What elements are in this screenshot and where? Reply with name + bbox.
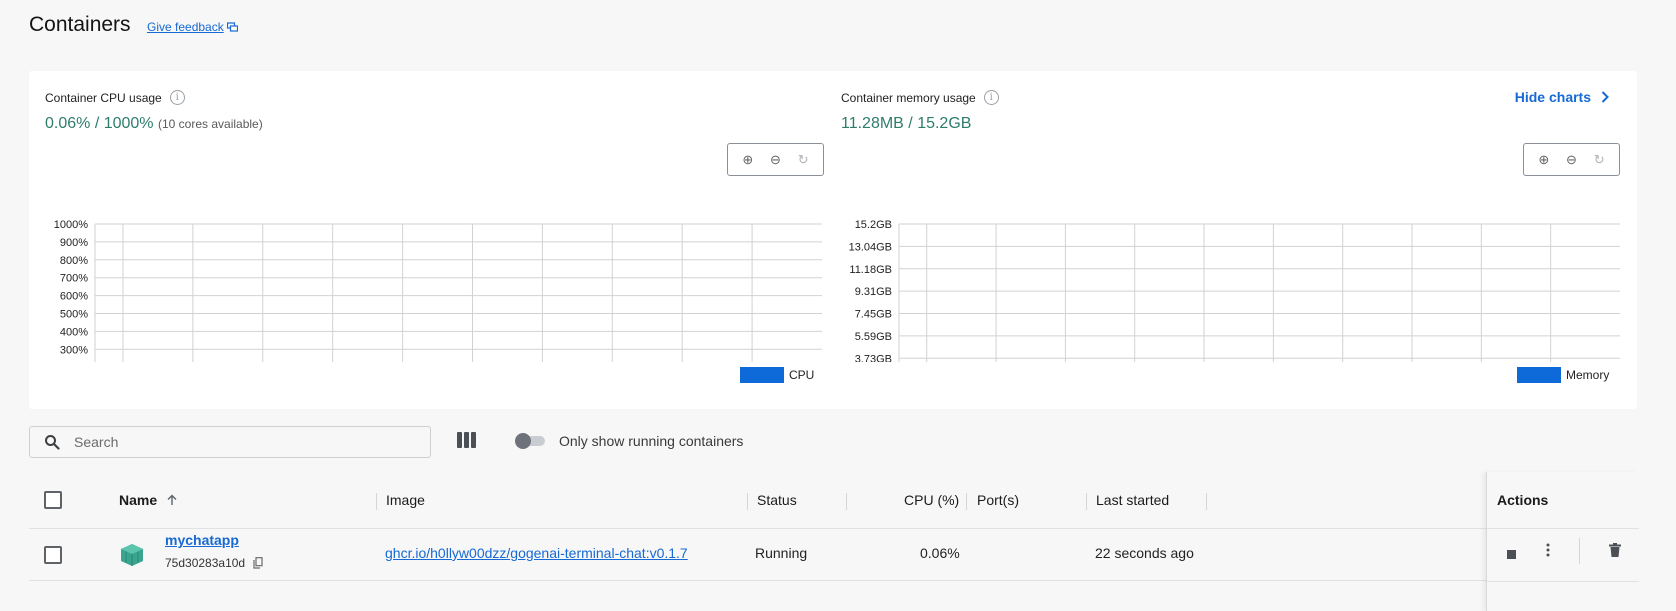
memory-usage-value: 11.28MB / 15.2GB — [841, 115, 972, 132]
memory-legend-swatch — [1517, 367, 1561, 383]
cpu-cores-available: (10 cores available) — [157, 117, 263, 131]
cpu-usage-main: 0.06% / 1000% — [45, 115, 154, 132]
copy-icon[interactable] — [253, 557, 263, 569]
table-header: Name Image Status CPU (%) Port(s) Last s… — [29, 475, 1637, 529]
search-box[interactable] — [29, 426, 431, 458]
column-separator[interactable] — [846, 493, 847, 510]
cpu-chart-title: Container CPU usage — [45, 90, 162, 105]
search-icon — [45, 435, 60, 450]
more-actions-button[interactable] — [1546, 543, 1550, 560]
column-separator[interactable] — [1086, 493, 1087, 510]
column-separator[interactable] — [966, 493, 967, 510]
search-input[interactable] — [74, 434, 394, 450]
cpu-y-tick-label: 800% — [60, 255, 88, 267]
column-header-actions: Actions — [1497, 492, 1549, 508]
page-title: Containers — [29, 13, 131, 36]
toggle-knob — [515, 433, 531, 449]
container-last-started: 22 seconds ago — [1095, 545, 1194, 561]
columns-icon[interactable] — [457, 432, 476, 448]
column-separator[interactable] — [747, 493, 748, 510]
container-icon — [121, 544, 143, 566]
only-running-toggle[interactable] — [515, 433, 545, 449]
chevron-right-icon — [1601, 91, 1609, 103]
memory-y-tick-label: 13.04GB — [849, 241, 892, 253]
zoom-in-icon[interactable]: ⊕ — [1538, 152, 1549, 168]
memory-y-tick-label: 9.31GB — [855, 286, 892, 298]
memory-y-tick-label: 3.73GB — [855, 353, 892, 362]
delete-button[interactable] — [1609, 543, 1621, 560]
container-name-link[interactable]: mychatapp — [165, 532, 239, 548]
cpu-chart-label: Container CPU usage i — [45, 90, 185, 105]
cpu-y-tick-label: 400% — [60, 326, 88, 338]
row-checkbox[interactable] — [44, 546, 62, 564]
column-header-image[interactable]: Image — [386, 492, 425, 508]
column-header-cpu[interactable]: CPU (%) — [904, 492, 959, 508]
more-vert-icon — [1546, 543, 1550, 557]
zoom-out-icon[interactable]: ⊖ — [1566, 152, 1577, 168]
trash-icon — [1609, 543, 1621, 557]
zoom-in-icon[interactable]: ⊕ — [742, 152, 753, 168]
container-id: 75d30283a10d — [165, 556, 246, 570]
give-feedback-label: Give feedback — [147, 20, 224, 34]
cpu-legend-label: CPU — [789, 368, 815, 382]
column-separator[interactable] — [376, 493, 377, 510]
cpu-y-tick-label: 900% — [60, 237, 88, 249]
cpu-usage-value: 0.06% / 1000% (10 cores available) — [45, 115, 263, 133]
divider — [1487, 528, 1639, 529]
cpu-legend-swatch — [740, 367, 784, 383]
reset-zoom-icon[interactable]: ↻ — [1594, 152, 1605, 168]
column-header-last-started[interactable]: Last started — [1096, 492, 1169, 508]
memory-legend-label: Memory — [1566, 368, 1610, 382]
table-row[interactable]: mychatapp 75d30283a10d ghcr.io/h0llyw00d… — [29, 529, 1637, 581]
column-separator[interactable] — [1206, 493, 1207, 510]
stop-button[interactable] — [1507, 546, 1516, 562]
cpu-y-tick-label: 600% — [60, 291, 88, 303]
stop-icon — [1507, 550, 1516, 559]
memory-chart-label: Container memory usage i — [841, 90, 999, 105]
memory-legend: Memory — [1517, 367, 1609, 383]
memory-zoom-controls: ⊕ ⊖ ↻ — [1523, 143, 1620, 176]
cpu-chart: 1000%900%800%700%600%500%400%300%200%100… — [54, 219, 822, 362]
cpu-legend: CPU — [740, 367, 814, 383]
reset-zoom-icon[interactable]: ↻ — [798, 152, 809, 168]
info-icon[interactable]: i — [169, 90, 185, 105]
feedback-icon — [226, 21, 238, 32]
divider — [1579, 538, 1580, 564]
column-header-status[interactable]: Status — [757, 492, 797, 508]
hide-charts-button[interactable]: Hide charts — [1515, 89, 1609, 105]
info-icon[interactable]: i — [983, 90, 999, 105]
actions-column: Actions — [1486, 472, 1639, 611]
arrow-up-icon — [167, 494, 177, 505]
zoom-out-icon[interactable]: ⊖ — [770, 152, 781, 168]
container-status: Running — [755, 545, 808, 561]
cpu-y-tick-label: 300% — [60, 344, 88, 356]
divider — [1487, 581, 1639, 582]
column-header-ports[interactable]: Port(s) — [977, 492, 1019, 508]
cpu-zoom-controls: ⊕ ⊖ ↻ — [727, 143, 824, 176]
memory-y-tick-label: 11.18GB — [849, 264, 892, 276]
charts-panel: Container CPU usage i 0.06% / 1000% (10 … — [29, 71, 1637, 409]
cpu-y-tick-label: 1000% — [54, 219, 88, 231]
memory-y-tick-label: 15.2GB — [855, 219, 892, 231]
memory-y-tick-label: 7.45GB — [855, 309, 892, 321]
cpu-y-tick-label: 700% — [60, 273, 88, 285]
select-all-checkbox[interactable] — [44, 491, 62, 509]
column-header-name-label: Name — [119, 492, 158, 508]
cpu-y-tick-label: 500% — [60, 309, 88, 321]
container-cpu: 0.06% — [920, 545, 960, 561]
hide-charts-label: Hide charts — [1514, 89, 1591, 105]
give-feedback-link[interactable]: Give feedback — [147, 20, 238, 34]
only-running-label: Only show running containers — [559, 433, 744, 449]
column-header-name[interactable]: Name — [119, 492, 177, 508]
container-id-cell: 75d30283a10d — [165, 556, 263, 570]
memory-y-tick-label: 5.59GB — [855, 331, 892, 343]
memory-chart-title: Container memory usage — [841, 90, 976, 105]
memory-chart: 15.2GB 13.04GB 11.18GB 9.31GB 7.45GB 5.59GB 3.… — [849, 219, 1620, 362]
container-image-link[interactable]: ghcr.io/h0llyw00dzz/gogenai-terminal-cha… — [385, 545, 688, 561]
